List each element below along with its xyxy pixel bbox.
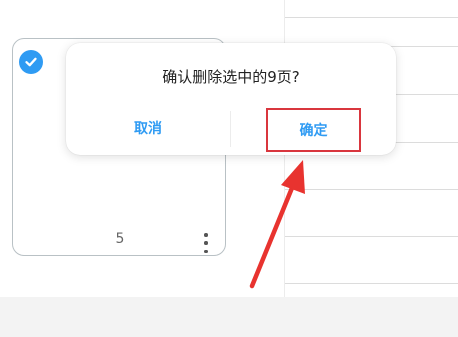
red-arrow-annotation <box>249 160 305 289</box>
screen: 5 确认删除选中的9页? 取消 确定 <box>0 0 458 337</box>
